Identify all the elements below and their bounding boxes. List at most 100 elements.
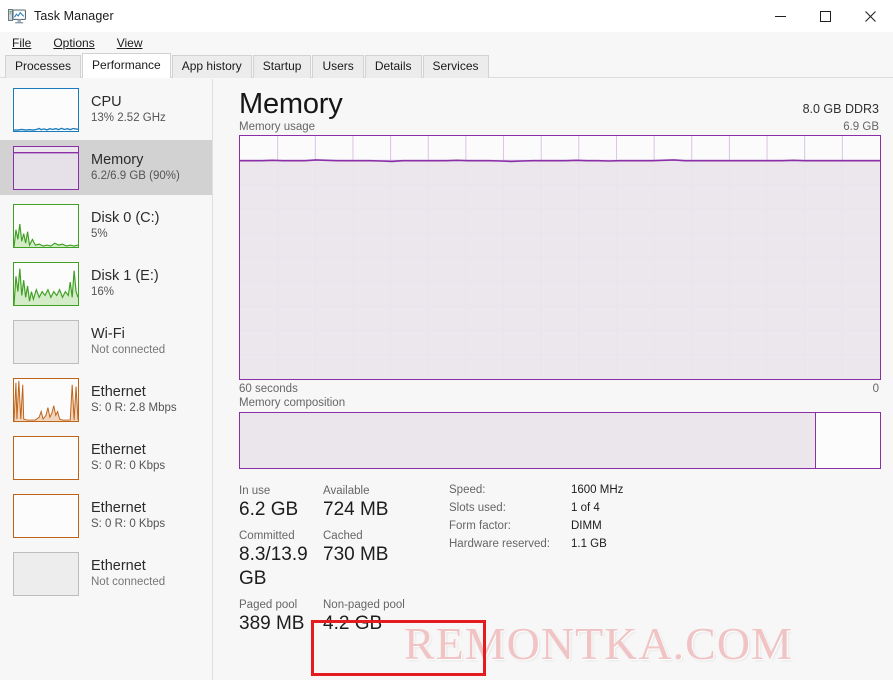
cpu-sub: 13% 2.52 GHz (91, 112, 166, 125)
hardware-reserved-value: 1.1 GB (571, 538, 607, 550)
panel-header: Memory 8.0 GB DDR3 (213, 79, 893, 121)
ethernet-3-sub: S: 0 R: 0 Kbps (91, 518, 166, 531)
tab-processes[interactable]: Processes (5, 55, 82, 78)
menu-view-label: View (116, 36, 143, 50)
wifi-info: Wi-Fi Not connected (91, 326, 165, 357)
graph-axis-labels: 60 seconds 0 (213, 380, 893, 395)
disk0-info: Disk 0 (C:) 5% (91, 210, 159, 241)
tab-processes-label: Processes (15, 59, 72, 73)
available-label: Available (323, 485, 370, 497)
maximize-button[interactable] (803, 0, 848, 32)
close-button[interactable] (848, 0, 893, 32)
tab-app-history-label: App history (181, 59, 242, 73)
tab-users[interactable]: Users (312, 55, 364, 78)
sidebar-item-wifi[interactable]: Wi-Fi Not connected (0, 314, 212, 369)
hardware-summary: 8.0 GB DDR3 (802, 102, 879, 116)
disk0-title: Disk 0 (C:) (91, 209, 160, 226)
tab-startup[interactable]: Startup (252, 55, 312, 78)
task-manager-window: Task Manager File Options View Processes… (0, 0, 893, 680)
non-paged-pool-label: Non-paged pool (323, 599, 405, 611)
graph-labels: Memory usage 6.9 GB (213, 121, 893, 135)
memory-usage-graph (239, 135, 881, 380)
task-manager-icon (8, 7, 26, 25)
composition-in-use-segment (240, 413, 816, 468)
paged-pool-label: Paged pool (239, 599, 298, 611)
committed-value: 8.3/13.9 GB (239, 544, 308, 589)
cached-label: Cached (323, 530, 363, 542)
title-bar: Task Manager (0, 0, 893, 32)
sidebar-item-disk0[interactable]: Disk 0 (C:) 5% (0, 198, 212, 253)
disk0-sub: 5% (91, 228, 108, 241)
wifi-sub: Not connected (91, 344, 166, 357)
tab-performance-label: Performance (92, 58, 161, 72)
cpu-thumbnail-graph (13, 87, 79, 132)
tab-details[interactable]: Details (364, 55, 422, 78)
memory-sub: 6.2/6.9 GB (90%) (91, 170, 180, 183)
menu-view[interactable]: View (115, 35, 145, 51)
memory-panel: Memory 8.0 GB DDR3 Memory usage 6.9 GB 6… (213, 79, 893, 680)
disk0-thumbnail-graph (13, 203, 79, 248)
ethernet-2-title: Ethernet (91, 441, 146, 458)
tab-details-label: Details (374, 59, 412, 73)
tab-app-history[interactable]: App history (171, 55, 252, 78)
tab-users-label: Users (322, 59, 354, 73)
sidebar-item-ethernet-3[interactable]: Ethernet S: 0 R: 0 Kbps (0, 488, 212, 543)
in-use-value: 6.2 GB (239, 499, 299, 520)
ethernet-4-thumbnail-graph (13, 551, 79, 596)
page-title: Memory (239, 88, 343, 120)
slots-used-label: Slots used: (449, 502, 506, 514)
graph-y-max: 6.9 GB (843, 121, 879, 133)
speed-value: 1600 MHz (571, 484, 624, 496)
form-factor-label: Form factor: (449, 520, 511, 532)
graph-x-left: 60 seconds (239, 383, 298, 395)
cached-value: 730 MB (323, 544, 389, 565)
wifi-title: Wi-Fi (91, 325, 125, 342)
sidebar-item-ethernet-1[interactable]: Ethernet S: 0 R: 2.8 Mbps (0, 372, 212, 427)
ethernet-1-title: Ethernet (91, 383, 146, 400)
sidebar-item-memory[interactable]: Memory 6.2/6.9 GB (90%) (0, 140, 212, 195)
graph-x-right: 0 (872, 383, 879, 395)
ethernet-4-title: Ethernet (91, 557, 146, 574)
menu-file[interactable]: File (10, 35, 33, 51)
tab-performance[interactable]: Performance (82, 53, 171, 78)
ethernet-1-sub: S: 0 R: 2.8 Mbps (91, 402, 177, 415)
ethernet-1-thumbnail-graph (13, 377, 79, 422)
window-title: Task Manager (34, 9, 114, 23)
ethernet-3-info: Ethernet S: 0 R: 0 Kbps (91, 500, 165, 531)
paged-pool-value: 389 MB (239, 613, 305, 634)
tab-services[interactable]: Services (422, 55, 489, 78)
sidebar-item-ethernet-2[interactable]: Ethernet S: 0 R: 0 Kbps (0, 430, 212, 485)
memory-usage-plot (240, 136, 880, 379)
memory-details-list: Speed: 1600 MHz Slots used: 1 of 4 Form … (449, 482, 623, 552)
in-use-label: In use (239, 485, 271, 497)
ethernet-2-thumbnail-graph (13, 435, 79, 480)
wifi-thumbnail-graph (13, 319, 79, 364)
ethernet-2-info: Ethernet S: 0 R: 0 Kbps (91, 442, 165, 473)
sidebar-item-cpu[interactable]: CPU 13% 2.52 GHz (0, 82, 212, 137)
ethernet-4-sub: Not connected (91, 576, 166, 589)
available-value: 724 MB (323, 499, 389, 520)
menu-bar: File Options View (0, 32, 893, 54)
sidebar-item-disk1[interactable]: Disk 1 (E:) 16% (0, 256, 212, 311)
memory-thumbnail-graph (13, 145, 79, 190)
speed-label: Speed: (449, 484, 486, 496)
window-controls (758, 0, 893, 32)
ethernet-2-sub: S: 0 R: 0 Kbps (91, 460, 166, 473)
minimize-button[interactable] (758, 0, 803, 32)
disk1-info: Disk 1 (E:) 16% (91, 268, 159, 299)
sidebar-item-ethernet-4[interactable]: Ethernet Not connected (0, 546, 212, 601)
resource-sidebar: CPU 13% 2.52 GHz Memory 6.2/6.9 GB (90%) (0, 79, 213, 680)
tab-services-label: Services (432, 59, 479, 73)
ethernet-1-info: Ethernet S: 0 R: 2.8 Mbps (91, 384, 177, 415)
hardware-reserved-label: Hardware reserved: (449, 538, 550, 550)
menu-options[interactable]: Options (51, 35, 96, 51)
site-watermark: REMONTKA.COM (404, 618, 793, 669)
disk1-thumbnail-graph (13, 261, 79, 306)
slots-used-value: 1 of 4 (571, 502, 600, 514)
menu-options-label: Options (53, 36, 95, 50)
ethernet-3-title: Ethernet (91, 499, 146, 516)
memory-info: Memory 6.2/6.9 GB (90%) (91, 152, 180, 183)
composition-caption: Memory composition (239, 397, 346, 409)
memory-composition-bar (239, 412, 881, 469)
menu-file-label: File (12, 36, 32, 50)
